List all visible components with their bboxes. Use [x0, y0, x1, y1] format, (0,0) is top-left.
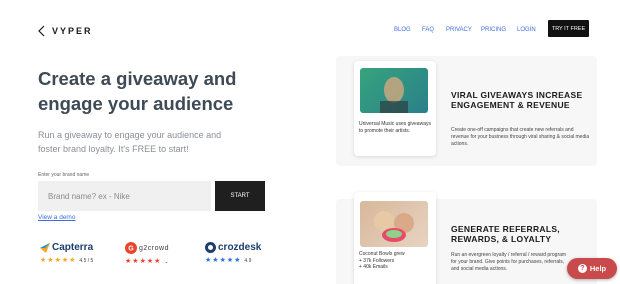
- help-label: Help: [589, 264, 607, 273]
- capterra-stars: ★ ★ ★ ★ ★ 4.5 / 5: [40, 257, 93, 264]
- capterra-rating: 4.5 / 5: [79, 257, 94, 264]
- case-study-caption-universal: Universal Music uses giveaways to promot…: [359, 121, 431, 134]
- start-button[interactable]: START: [215, 181, 265, 211]
- star-icon: ★: [40, 257, 47, 264]
- star-icon: ★: [219, 257, 226, 264]
- artist-photo: [360, 68, 428, 113]
- nav-login[interactable]: LOGIN: [517, 27, 536, 33]
- viral-giveaways-title: VIRAL GIVEAWAYS INCREASE ENGAGEMENT & RE…: [451, 90, 583, 110]
- half-star-icon: ★: [154, 258, 161, 265]
- nav-pricing[interactable]: PRICING: [481, 27, 506, 33]
- star-icon: ★: [212, 257, 219, 264]
- crozdesk-rating: 4.9: [244, 257, 252, 264]
- viral-giveaways-description: Create one-off campaigns that create new…: [451, 127, 590, 147]
- referrals-description: Run an evergreen loyalty / referral / re…: [451, 252, 567, 272]
- star-icon: ★: [146, 258, 154, 265]
- crozdesk-name: crozdesk: [218, 242, 262, 253]
- star-icon: ★: [47, 257, 54, 264]
- star-icon: ★: [139, 258, 146, 265]
- try-it-free-button[interactable]: TRY IT FREE: [548, 20, 589, 37]
- coconut-bowls-photo: [360, 201, 428, 247]
- vyper-logo-icon: [38, 25, 45, 37]
- capterra-name: Capterra: [52, 242, 94, 253]
- brand-field-label: Enter your brand name: [38, 172, 90, 178]
- chevron-down-icon: ⌄: [164, 258, 169, 265]
- star-icon: ★: [54, 257, 61, 264]
- g2-icon: G: [125, 242, 137, 254]
- brand-name-input[interactable]: [38, 181, 211, 211]
- star-icon: ★: [205, 257, 212, 264]
- star-icon: ★: [61, 257, 69, 264]
- star-icon: ★: [125, 258, 132, 265]
- caption-line: Coconut Bowls grew: [359, 251, 405, 257]
- capterra-badge[interactable]: Capterra ★ ★ ★ ★ ★ 4.5 / 5: [40, 242, 93, 264]
- crozdesk-badge[interactable]: crozdesk ★ ★ ★ ★ ★ 4.9: [205, 242, 261, 264]
- star-icon: ★: [234, 257, 241, 264]
- crozdesk-stars: ★ ★ ★ ★ ★ 4.9: [205, 257, 261, 264]
- crozdesk-icon: [205, 242, 216, 253]
- svg-text:G: G: [128, 246, 134, 253]
- case-study-caption-coconut: Coconut Bowls grew + 37k Followers + 40k…: [359, 251, 405, 271]
- capterra-icon: [40, 242, 50, 253]
- nav-privacy[interactable]: PRIVACY: [446, 27, 472, 33]
- question-icon: ?: [577, 264, 587, 273]
- hero-headline: Create a giveaway and engage your audien…: [38, 68, 237, 114]
- logo[interactable]: VYPER: [38, 25, 93, 37]
- half-star-icon: ★: [69, 257, 76, 264]
- star-icon: ★: [132, 258, 139, 265]
- help-button[interactable]: ? Help: [567, 258, 617, 279]
- nav-blog[interactable]: BLOG: [394, 27, 411, 33]
- g2crowd-badge[interactable]: G g2crowd ★ ★ ★ ★ ★ ⌄: [125, 242, 169, 265]
- caption-line: + 40k Emails: [359, 264, 388, 270]
- referrals-title: GENERATE REFERRALS, REWARDS, & LOYALTY: [451, 224, 560, 244]
- view-demo-link[interactable]: View a demo: [38, 214, 75, 221]
- nav-faq[interactable]: FAQ: [422, 27, 434, 33]
- logo-text: VYPER: [52, 26, 93, 36]
- g2crowd-stars: ★ ★ ★ ★ ★ ⌄: [125, 258, 169, 265]
- g2crowd-name: g2crowd: [139, 244, 169, 252]
- hero-subhead: Run a giveaway to engage your audience a…: [38, 130, 222, 154]
- star-icon: ★: [226, 257, 234, 264]
